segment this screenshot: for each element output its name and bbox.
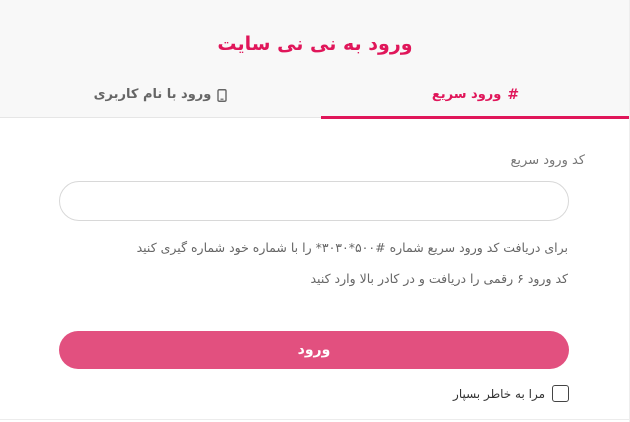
- mobile-phone-icon: [217, 88, 228, 102]
- hint-dial-instructions: برای دریافت کد ورود سریع شماره #۵۰۰*۳۰۳۰…: [136, 240, 568, 255]
- hint-enter-code: کد ورود ۶ رقمی را دریافت و در کادر بالا …: [310, 271, 568, 286]
- tab-username-login[interactable]: ورود با نام کاربری: [0, 84, 321, 118]
- tab-quick-login-label: ورود سریع: [431, 87, 502, 102]
- quick-code-input[interactable]: [59, 181, 569, 221]
- remember-me-label: مرا به خاطر بسپار: [453, 386, 545, 401]
- page-title: ورود به نی نی سایت: [217, 33, 413, 55]
- remember-me-option[interactable]: مرا به خاطر بسپار: [453, 385, 569, 402]
- remember-me-checkbox[interactable]: [552, 385, 569, 402]
- login-card: ورود به نی نی سایت # ورود سریع ورود با ن…: [0, 0, 630, 422]
- login-header: ورود به نی نی سایت # ورود سریع ورود با ن…: [0, 0, 630, 119]
- tab-username-login-label: ورود با نام کاربری: [93, 87, 212, 102]
- login-button[interactable]: ورود: [59, 331, 569, 369]
- tab-quick-login[interactable]: # ورود سریع: [321, 84, 630, 119]
- card-bottom-border: [0, 419, 630, 420]
- code-field-label: کد ورود سریع: [510, 153, 585, 168]
- hash-icon: #: [507, 87, 520, 103]
